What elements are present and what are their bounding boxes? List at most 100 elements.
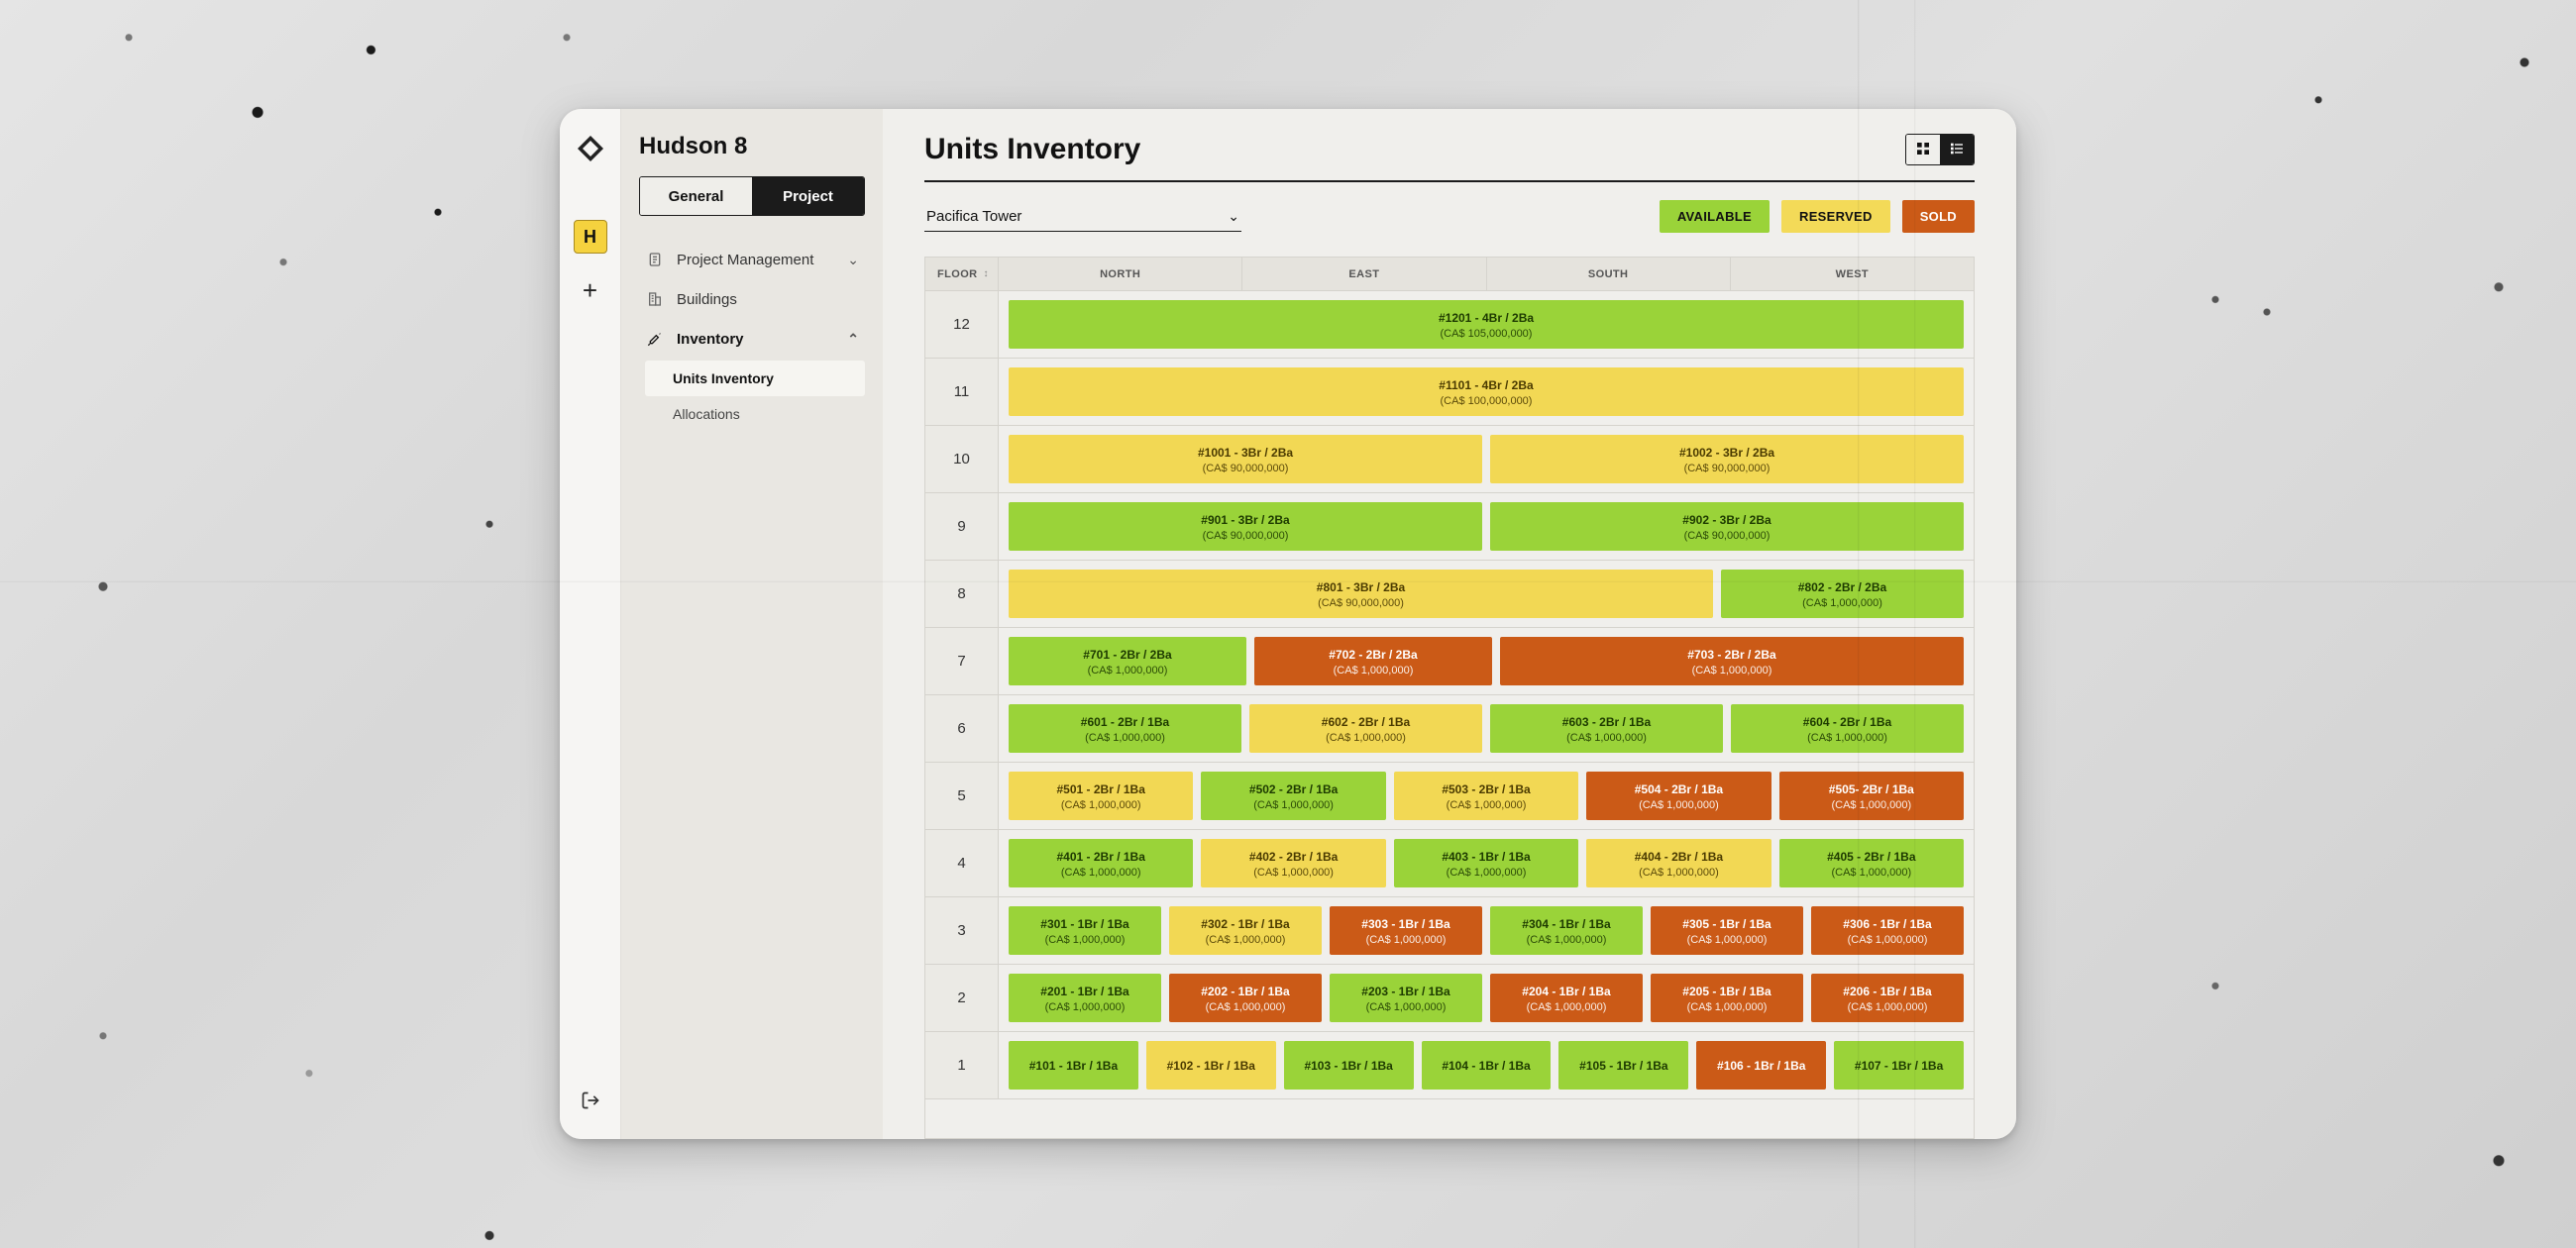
nav-label: Project Management [677,252,813,268]
unit-card[interactable]: #603 - 2Br / 1Ba(CA$ 1,000,000) [1490,704,1723,753]
unit-label: #604 - 2Br / 1Ba [1803,715,1891,729]
col-floor[interactable]: FLOOR ↕ [925,258,999,290]
nav-units-inventory[interactable]: Units Inventory [645,361,865,396]
floor-units: #201 - 1Br / 1Ba(CA$ 1,000,000)#202 - 1B… [999,965,1974,1031]
nav-inventory[interactable]: Inventory ⌃ [639,319,865,359]
nav-project-management[interactable]: Project Management ⌄ [639,240,865,279]
unit-card[interactable]: #104 - 1Br / 1Ba [1422,1041,1552,1090]
project-badge[interactable]: H [574,220,607,254]
floor-row: 6#601 - 2Br / 1Ba(CA$ 1,000,000)#602 - 2… [925,695,1974,763]
unit-card[interactable]: #902 - 3Br / 2Ba(CA$ 90,000,000) [1490,502,1964,551]
unit-card[interactable]: #107 - 1Br / 1Ba [1834,1041,1964,1090]
unit-card[interactable]: #703 - 2Br / 2Ba(CA$ 1,000,000) [1500,637,1964,685]
chevron-down-icon: ⌄ [847,252,859,268]
unit-label: #402 - 2Br / 1Ba [1249,850,1338,864]
unit-card[interactable]: #403 - 1Br / 1Ba(CA$ 1,000,000) [1394,839,1578,887]
unit-label: #106 - 1Br / 1Ba [1717,1059,1805,1073]
unit-card[interactable]: #402 - 2Br / 1Ba(CA$ 1,000,000) [1201,839,1385,887]
unit-card[interactable]: #205 - 1Br / 1Ba(CA$ 1,000,000) [1651,974,1803,1022]
nav-buildings[interactable]: Buildings [639,279,865,319]
title-divider [924,180,1975,182]
sidebar-nav: Project Management ⌄ Buildings Inventory… [639,240,865,438]
unit-label: #403 - 1Br / 1Ba [1442,850,1530,864]
unit-card[interactable]: #306 - 1Br / 1Ba(CA$ 1,000,000) [1811,906,1964,955]
unit-card[interactable]: #206 - 1Br / 1Ba(CA$ 1,000,000) [1811,974,1964,1022]
unit-card[interactable]: #702 - 2Br / 2Ba(CA$ 1,000,000) [1254,637,1492,685]
unit-card[interactable]: #901 - 3Br / 2Ba (CA$ 90,000,000) [1009,502,1482,551]
unit-card[interactable]: #103 - 1Br / 1Ba [1284,1041,1414,1090]
page-titlebar: Units Inventory [924,133,1975,166]
unit-card[interactable]: #106 - 1Br / 1Ba [1696,1041,1826,1090]
view-list-button[interactable] [1940,135,1974,164]
unit-card[interactable]: #203 - 1Br / 1Ba(CA$ 1,000,000) [1330,974,1482,1022]
project-title: Hudson 8 [639,133,865,160]
unit-card[interactable]: #401 - 2Br / 1Ba(CA$ 1,000,000) [1009,839,1193,887]
logout-icon[interactable] [574,1084,607,1117]
unit-card[interactable]: #802 - 2Br / 2Ba(CA$ 1,000,000) [1721,570,1964,618]
unit-card[interactable]: #404 - 2Br / 1Ba(CA$ 1,000,000) [1586,839,1771,887]
tab-general[interactable]: General [640,177,752,215]
unit-label: #101 - 1Br / 1Ba [1029,1059,1118,1073]
unit-card[interactable]: #105 - 1Br / 1Ba [1558,1041,1688,1090]
unit-card[interactable]: #202 - 1Br / 1Ba(CA$ 1,000,000) [1169,974,1322,1022]
unit-card[interactable]: #501 - 2Br / 1Ba(CA$ 1,000,000) [1009,772,1193,820]
unit-card[interactable]: #503 - 2Br / 1Ba(CA$ 1,000,000) [1394,772,1578,820]
floor-row: 2#201 - 1Br / 1Ba(CA$ 1,000,000)#202 - 1… [925,965,1974,1032]
unit-card[interactable]: #604 - 2Br / 1Ba(CA$ 1,000,000) [1731,704,1964,753]
add-project-button[interactable]: + [574,273,607,307]
unit-card[interactable]: #701 - 2Br / 2Ba(CA$ 1,000,000) [1009,637,1246,685]
unit-label: #206 - 1Br / 1Ba [1843,985,1931,998]
grid-icon [1915,141,1931,159]
unit-label: #401 - 2Br / 1Ba [1057,850,1145,864]
chevron-up-icon: ⌃ [847,331,859,348]
unit-label: #601 - 2Br / 1Ba [1081,715,1169,729]
unit-label: #602 - 2Br / 1Ba [1322,715,1410,729]
unit-price: (CA$ 1,000,000) [1566,732,1647,744]
floor-units: #701 - 2Br / 2Ba(CA$ 1,000,000)#702 - 2B… [999,628,1974,694]
clipboard-icon [645,250,665,269]
unit-card[interactable]: #602 - 2Br / 1Ba(CA$ 1,000,000) [1249,704,1482,753]
unit-card[interactable]: #201 - 1Br / 1Ba(CA$ 1,000,000) [1009,974,1161,1022]
unit-card[interactable]: #1201 - 4Br / 2Ba(CA$ 105,000,000) [1009,300,1964,349]
unit-price: (CA$ 90,000,000) [1203,530,1289,542]
unit-card[interactable]: #304 - 1Br / 1Ba(CA$ 1,000,000) [1490,906,1643,955]
unit-card[interactable]: #302 - 1Br / 1Ba(CA$ 1,000,000) [1169,906,1322,955]
unit-label: #503 - 2Br / 1Ba [1442,782,1530,796]
floor-units: #1101 - 4Br / 2Ba(CA$ 100,000,000) [999,359,1974,425]
floor-label: 12 [925,291,999,358]
sort-icon: ↕ [984,268,989,279]
unit-card[interactable]: #303 - 1Br / 1Ba(CA$ 1,000,000) [1330,906,1482,955]
unit-label: #405 - 2Br / 1Ba [1827,850,1915,864]
unit-card[interactable]: #801 - 3Br / 2Ba(CA$ 90,000,000) [1009,570,1713,618]
tab-project[interactable]: Project [752,177,864,215]
app-window: H + Hudson 8 General Project Project Man… [560,109,2016,1139]
col-south: SOUTH [1487,258,1731,290]
unit-card[interactable]: #102 - 1Br / 1Ba [1146,1041,1276,1090]
unit-price: (CA$ 1,000,000) [1206,934,1286,946]
unit-price: (CA$ 1,000,000) [1687,934,1768,946]
unit-card[interactable]: #1101 - 4Br / 2Ba(CA$ 100,000,000) [1009,367,1964,416]
building-select[interactable]: Pacifica Tower ⌄ [924,202,1241,232]
floor-units: #1001 - 3Br / 2Ba(CA$ 90,000,000)#1002 -… [999,426,1974,492]
unit-card[interactable]: #405 - 2Br / 1Ba(CA$ 1,000,000) [1779,839,1964,887]
grid-body[interactable]: 12#1201 - 4Br / 2Ba(CA$ 105,000,000)11#1… [925,291,1974,1138]
floor-units: #401 - 2Br / 1Ba(CA$ 1,000,000)#402 - 2B… [999,830,1974,896]
floor-row: 7#701 - 2Br / 2Ba(CA$ 1,000,000)#702 - 2… [925,628,1974,695]
unit-card[interactable]: #101 - 1Br / 1Ba [1009,1041,1138,1090]
unit-card[interactable]: #505- 2Br / 1Ba(CA$ 1,000,000) [1779,772,1964,820]
unit-card[interactable]: #601 - 2Br / 1Ba(CA$ 1,000,000) [1009,704,1241,753]
unit-label: #901 - 3Br / 2Ba [1201,513,1289,527]
unit-card[interactable]: #1002 - 3Br / 2Ba(CA$ 90,000,000) [1490,435,1964,483]
unit-card[interactable]: #502 - 2Br / 1Ba(CA$ 1,000,000) [1201,772,1385,820]
unit-card[interactable]: #301 - 1Br / 1Ba(CA$ 1,000,000) [1009,906,1161,955]
unit-card[interactable]: #305 - 1Br / 1Ba(CA$ 1,000,000) [1651,906,1803,955]
unit-label: #105 - 1Br / 1Ba [1579,1059,1667,1073]
unit-card[interactable]: #1001 - 3Br / 2Ba(CA$ 90,000,000) [1009,435,1482,483]
unit-card[interactable]: #204 - 1Br / 1Ba(CA$ 1,000,000) [1490,974,1643,1022]
view-grid-button[interactable] [1906,135,1940,164]
unit-card[interactable]: #504 - 2Br / 1Ba(CA$ 1,000,000) [1586,772,1771,820]
floor-row: 9#901 - 3Br / 2Ba(CA$ 90,000,000)#902 - … [925,493,1974,561]
unit-label: #504 - 2Br / 1Ba [1635,782,1723,796]
floor-row: 3#301 - 1Br / 1Ba(CA$ 1,000,000)#302 - 1… [925,897,1974,965]
nav-allocations[interactable]: Allocations [645,396,865,432]
